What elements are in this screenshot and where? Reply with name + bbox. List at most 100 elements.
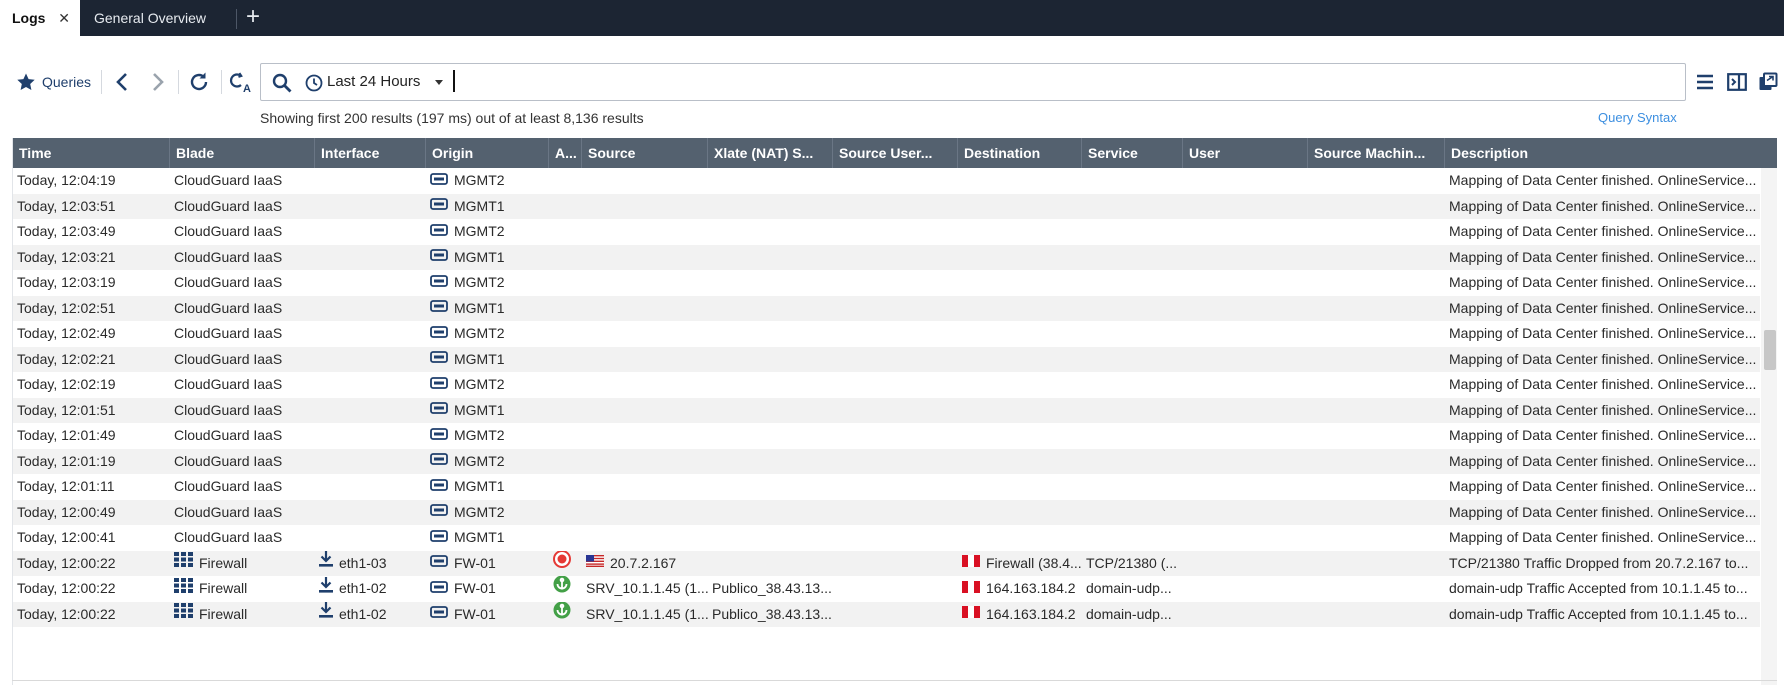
column-header-origin[interactable]: Origin: [426, 138, 549, 168]
search-icon: [272, 73, 292, 93]
table-row[interactable]: Today, 12:02:51 CloudGuard IaaS MGMT1 Mappi…: [13, 295, 1760, 322]
table-row[interactable]: Today, 12:00:22 Firewall eth1-03 FW-01 20.7.…: [13, 550, 1760, 577]
back-button[interactable]: [108, 58, 136, 106]
cell-time: Today, 12:00:22: [13, 602, 170, 628]
column-header-destination[interactable]: Destination: [958, 138, 1082, 168]
cell-destination: 164.163.184.2: [958, 576, 1082, 602]
table-row[interactable]: Today, 12:00:22 Firewall eth1-02 FW-01 SRV_1…: [13, 601, 1760, 628]
toggle-details-pane-button[interactable]: [1722, 58, 1752, 106]
cell-blade: Firewall: [170, 551, 315, 577]
cell-destination: [958, 168, 1082, 194]
cell-origin-text: MGMT1: [454, 478, 505, 494]
cell-origin: MGMT1: [426, 398, 549, 424]
cell-user: [1183, 474, 1308, 500]
scrollbar-thumb[interactable]: [1764, 330, 1776, 370]
cell-blade: CloudGuard IaaS: [170, 270, 315, 296]
table-row[interactable]: Today, 12:01:51 CloudGuard IaaS MGMT1 Mappi…: [13, 397, 1760, 424]
cell-user: [1183, 449, 1308, 475]
cell-xlate-source: Publico_38.43.13...: [708, 576, 833, 602]
cell-blade: CloudGuard IaaS: [170, 321, 315, 347]
cell-source-machine: [1308, 245, 1445, 271]
cell-interface-text: eth1-02: [339, 605, 387, 622]
cell-blade-text: CloudGuard IaaS: [174, 350, 283, 367]
column-header-source[interactable]: Source: [582, 138, 708, 168]
search-bar[interactable]: Last 24 Hours: [260, 63, 1686, 101]
cell-service: [1082, 398, 1183, 424]
cell-time: Today, 12:01:51: [13, 398, 170, 424]
cell-interface: [315, 194, 426, 220]
cell-origin: MGMT2: [426, 321, 549, 347]
cell-interface: [315, 525, 426, 551]
forward-button[interactable]: [144, 58, 172, 106]
accept-icon: [553, 601, 571, 628]
cell-source: SRV_10.1.1.45 (1...: [582, 602, 708, 628]
download-icon: [319, 551, 333, 576]
download-icon: [319, 576, 333, 601]
cell-destination: [958, 270, 1082, 296]
cell-origin-text: MGMT1: [454, 529, 505, 545]
cell-destination: [958, 296, 1082, 322]
cell-blade-text: CloudGuard IaaS: [174, 503, 283, 520]
table-row[interactable]: Today, 12:00:22 Firewall eth1-02 FW-01 SRV_1…: [13, 576, 1760, 602]
cell-action: [549, 525, 582, 551]
cell-description: Mapping of Data Center finished. OnlineS…: [1445, 245, 1760, 271]
column-header-blade[interactable]: Blade: [170, 138, 315, 168]
column-header-description[interactable]: Description: [1445, 138, 1777, 168]
cell-destination: [958, 423, 1082, 449]
cell-action: [549, 245, 582, 271]
cell-origin-text: FW-01: [454, 580, 496, 596]
cell-origin-text: MGMT2: [454, 452, 505, 469]
column-header-interface[interactable]: Interface: [315, 138, 426, 168]
cell-source-user: [833, 525, 958, 551]
cell-source-machine: [1308, 500, 1445, 526]
cell-source-user: [833, 398, 958, 424]
table-row[interactable]: Today, 12:01:11 CloudGuard IaaS MGMT1 Mappi…: [13, 474, 1760, 500]
cell-time: Today, 12:01:49: [13, 423, 170, 449]
column-header-source-user[interactable]: Source User...: [833, 138, 958, 168]
table-row[interactable]: Today, 12:01:19 CloudGuard IaaS MGMT2 Mappi…: [13, 448, 1760, 475]
vertical-scrollbar[interactable]: [1761, 168, 1777, 685]
column-header-xlate-source[interactable]: Xlate (NAT) S...: [708, 138, 833, 168]
dropdown-caret-icon[interactable]: [435, 80, 443, 85]
peru-flag-icon: [962, 551, 980, 576]
tab-general-overview[interactable]: General Overview: [80, 0, 236, 36]
table-row[interactable]: Today, 12:03:49 CloudGuard IaaS MGMT2 Mappi…: [13, 219, 1760, 245]
refresh-button[interactable]: [184, 58, 214, 106]
column-header-source-machine[interactable]: Source Machin...: [1308, 138, 1445, 168]
cell-blade-text: CloudGuard IaaS: [174, 478, 283, 494]
table-row[interactable]: Today, 12:00:41 CloudGuard IaaS MGMT1 Mappi…: [13, 525, 1760, 551]
cell-xlate-source: [708, 347, 833, 373]
table-row[interactable]: Today, 12:03:51 CloudGuard IaaS MGMT1 Mappi…: [13, 193, 1760, 220]
table-row[interactable]: Today, 12:01:49 CloudGuard IaaS MGMT2 Mappi…: [13, 423, 1760, 449]
queries-button[interactable]: Queries: [16, 58, 96, 106]
column-header-user[interactable]: User: [1183, 138, 1308, 168]
cell-user: [1183, 270, 1308, 296]
menu-button[interactable]: [1690, 58, 1720, 106]
add-tab-icon[interactable]: +: [241, 5, 265, 30]
cell-service: domain-udp...: [1082, 602, 1183, 628]
table-row[interactable]: Today, 12:02:21 CloudGuard IaaS MGMT1 Mappi…: [13, 346, 1760, 373]
query-language-button[interactable]: A: [226, 58, 256, 106]
cell-service: [1082, 296, 1183, 322]
table-row[interactable]: Today, 12:04:19 CloudGuard IaaS MGMT2 Mappi…: [13, 168, 1760, 194]
table-row[interactable]: Today, 12:02:49 CloudGuard IaaS MGMT2 Mappi…: [13, 321, 1760, 347]
cell-blade: CloudGuard IaaS: [170, 372, 315, 398]
cell-xlate-source-text: Publico_38.43.13...: [712, 580, 832, 596]
column-header-service[interactable]: Service: [1082, 138, 1183, 168]
tab-logs[interactable]: Logs ✕: [0, 0, 80, 36]
cell-destination: [958, 500, 1082, 526]
query-syntax-link[interactable]: Query Syntax: [1598, 110, 1677, 125]
close-icon[interactable]: ✕: [58, 10, 70, 27]
table-row[interactable]: Today, 12:02:19 CloudGuard IaaS MGMT2 Mappi…: [13, 372, 1760, 398]
table-row[interactable]: Today, 12:03:19 CloudGuard IaaS MGMT2 Mappi…: [13, 270, 1760, 296]
table-row[interactable]: Today, 12:03:21 CloudGuard IaaS MGMT1 Mappi…: [13, 244, 1760, 271]
table-row[interactable]: Today, 12:00:49 CloudGuard IaaS MGMT2 Mappi…: [13, 499, 1760, 526]
gateway-icon: [430, 347, 448, 372]
column-header-action[interactable]: A...: [549, 138, 582, 168]
time-range-selector[interactable]: Last 24 Hours: [327, 73, 420, 90]
cell-xlate-source: [708, 296, 833, 322]
column-header-time[interactable]: Time: [13, 138, 170, 168]
cell-description-text: Mapping of Data Center finished. OnlineS…: [1449, 299, 1757, 316]
open-in-new-window-button[interactable]: [1754, 58, 1782, 106]
cell-origin: FW-01: [426, 576, 549, 602]
